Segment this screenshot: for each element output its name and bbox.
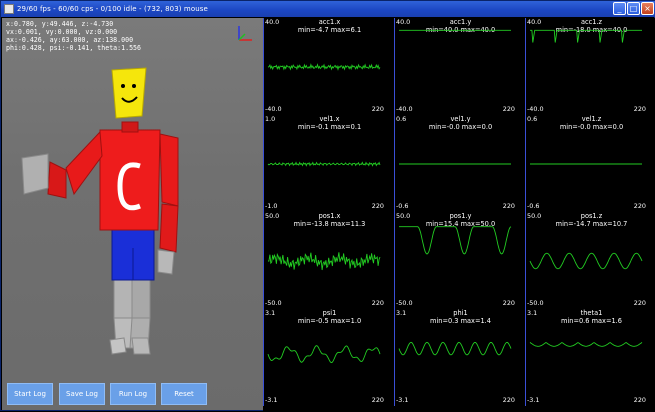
- window-title: 29/60 fps - 60/60 cps - 0/100 idle - (73…: [17, 5, 208, 13]
- plot-trace: [529, 341, 643, 347]
- state-readout: x:0.780, y:49.446, z:-4.730 vx:0.001, vy…: [6, 20, 141, 52]
- app-window: 29/60 fps - 60/60 cps - 0/100 idle - (73…: [0, 0, 655, 412]
- angles-readout: phi:0.428, psi:-0.141, theta:1.556: [6, 44, 141, 52]
- velocity-readout: vx:0.001, vy:0.000, vz:0.000: [6, 28, 118, 36]
- plot-trace: [399, 226, 512, 255]
- plot-pos1-y: pos1.y min=15.4 max=50.0 50.0 -50.0 220: [394, 212, 525, 309]
- save-log-button[interactable]: Save Log: [59, 383, 105, 405]
- plot-trace: [267, 161, 381, 167]
- plot-acc1-x: acc1.x min=-4.7 max=6.1 40.0 -40.0 220: [263, 18, 394, 115]
- plot-trace: [398, 341, 512, 356]
- close-button[interactable]: ×: [641, 2, 654, 15]
- acceleration-readout: ax:-0.426, ay:63.000, az:138.000: [6, 36, 134, 44]
- plot-theta1: theta1 min=0.6 max=1.6 3.1 -3.1 220: [525, 309, 655, 406]
- robot-right-arm: [157, 133, 179, 275]
- robot-figure: [21, 26, 252, 355]
- 3d-viewport[interactable]: x:0.780, y:49.446, z:-4.730 vx:0.001, vy…: [2, 18, 263, 410]
- plot-pos1-z: pos1.z min=-14.7 max=10.7 50.0 -50.0 220: [525, 212, 655, 309]
- plot-trace: [529, 252, 643, 270]
- plot-acc1-y: acc1.y min=40.0 max=40.0 40.0 -40.0 220: [394, 18, 525, 115]
- plot-acc1-z: acc1.z min=-18.0 max=40.0 40.0 -40.0 220: [525, 18, 655, 115]
- robot-head: [111, 67, 147, 119]
- plot-vel1-z: vel1.z min=-0.0 max=0.0 0.6 -0.6 220: [525, 115, 655, 212]
- plot-vel1-x: vel1.x min=-0.1 max=0.1 1.0 -1.0 220: [263, 115, 394, 212]
- start-log-button[interactable]: Start Log: [7, 383, 53, 405]
- plot-trace: [267, 252, 381, 271]
- maximize-button[interactable]: □: [627, 2, 640, 15]
- plot-trace: [267, 345, 381, 364]
- reset-button[interactable]: Reset: [161, 383, 207, 405]
- plot-trace: [267, 63, 381, 71]
- plot-trace: [530, 163, 642, 165]
- plot-trace: [399, 163, 511, 165]
- plot-pos1-x: pos1.x min=-13.8 max=11.3 50.0 -50.0 220: [263, 212, 394, 309]
- plot-phi1: phi1 min=0.3 max=1.4 3.1 -3.1 220: [394, 309, 525, 406]
- app-icon: [4, 4, 14, 14]
- position-readout: x:0.780, y:49.446, z:-4.730: [6, 20, 114, 28]
- plot-trace: [530, 29, 642, 43]
- minimize-button[interactable]: _: [613, 2, 626, 15]
- robot-legs: [109, 227, 155, 355]
- plot-psi1: psi1 min=-0.5 max=1.0 3.1 -3.1 220: [263, 309, 394, 406]
- plot-vel1-y: vel1.y min=-0.0 max=0.0 0.6 -0.6 220: [394, 115, 525, 212]
- plot-grid: acc1.x min=-4.7 max=6.1 40.0 -40.0 220 acc1.y…: [263, 18, 655, 412]
- title-bar[interactable]: 29/60 fps - 60/60 cps - 0/100 idle - (73…: [1, 1, 655, 17]
- run-log-button[interactable]: Run Log: [110, 383, 156, 405]
- robot-left-arm: [21, 130, 103, 199]
- robot-torso: [99, 121, 161, 231]
- plot-trace: [399, 29, 511, 31]
- axes-gizmo-icon: [238, 26, 252, 41]
